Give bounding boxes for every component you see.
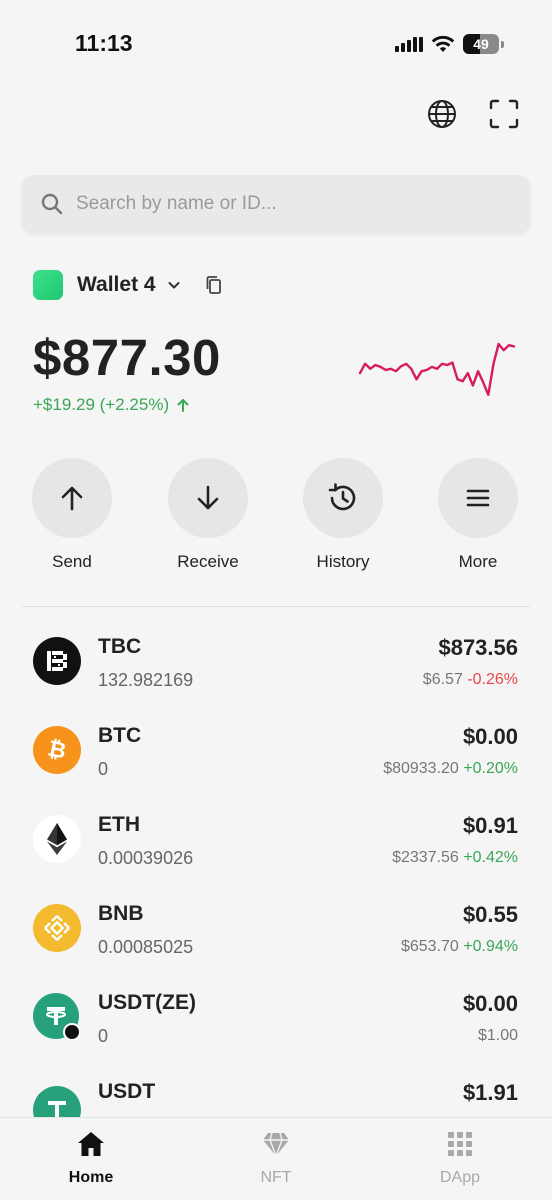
search-input[interactable] (76, 193, 476, 215)
more-button[interactable]: More (428, 458, 528, 572)
scan-icon[interactable] (486, 96, 522, 132)
asset-change-pct: +0.20% (463, 760, 518, 777)
asset-symbol: ETH (98, 813, 140, 836)
asset-unit-price: $6.57 (422, 671, 463, 688)
receive-button[interactable]: Receive (158, 458, 258, 572)
send-button[interactable]: Send (22, 458, 122, 572)
grid-apps-icon (448, 1132, 472, 1156)
zephyr-badge-icon (63, 1023, 81, 1041)
arrow-up-small-icon (177, 399, 189, 412)
asset-row-eth[interactable]: ETH 0.00039026 $0.91 $2337.56 +0.42% (0, 793, 552, 882)
wifi-icon (431, 35, 455, 52)
arrow-up-icon (61, 486, 83, 511)
balance-change: +$19.29 (+2.25%) (33, 395, 191, 415)
asset-unit-price: $80933.20 (383, 760, 459, 777)
divider (22, 606, 530, 607)
asset-symbol: BTC (98, 724, 142, 747)
svg-text:₿: ₿ (46, 736, 69, 764)
asset-change-pct: +0.42% (463, 849, 518, 866)
more-label: More (458, 552, 498, 571)
asset-unit-price: $1.00 (477, 1027, 518, 1044)
tether-logo-icon (33, 993, 81, 1041)
asset-value: $0.00 (462, 991, 518, 1016)
search-bar[interactable] (22, 175, 530, 233)
battery-icon: 49 (463, 34, 499, 54)
asset-value: $1.91 (462, 1080, 518, 1105)
copy-icon[interactable] (204, 275, 224, 295)
tab-dapp-label: DApp (439, 1169, 481, 1186)
asset-price: $1.00 (478, 1027, 518, 1045)
asset-price: $653.70 +0.94% (401, 938, 518, 956)
bottom-tab-bar: Home NFT DApp (0, 1117, 552, 1200)
asset-price: $6.57 -0.26% (423, 671, 518, 689)
arrow-down-icon (197, 485, 219, 510)
asset-symbol: TBC (98, 635, 142, 658)
tab-home-label: Home (68, 1169, 114, 1186)
chevron-down-icon[interactable] (166, 277, 182, 293)
asset-price: $80933.20 +0.20% (383, 760, 518, 778)
asset-price: $2337.56 +0.42% (392, 849, 518, 867)
ethereum-logo-icon (33, 815, 81, 863)
asset-value: $873.56 (438, 635, 518, 660)
status-icons: 49 (395, 34, 504, 54)
asset-symbol: USDT(ZE) (98, 991, 196, 1014)
wallet-selector[interactable]: Wallet 4 (33, 270, 224, 300)
balance-sparkline (358, 342, 516, 396)
asset-row-bnb[interactable]: BNB 0.00085025 $0.55 $653.70 +0.94% (0, 882, 552, 971)
cellular-signal-icon (395, 36, 423, 52)
asset-quantity: 0 (98, 759, 109, 779)
asset-symbol: BNB (98, 902, 144, 925)
asset-symbol: USDT (98, 1080, 156, 1103)
status-time: 11:13 (75, 30, 133, 56)
tab-dapp[interactable]: DApp (400, 1130, 520, 1187)
battery-tip (501, 40, 504, 48)
asset-quantity: 0 (98, 1026, 109, 1046)
total-balance: $877.30 (33, 329, 221, 386)
wallet-name: Wallet 4 (77, 273, 156, 296)
diamond-icon (263, 1132, 289, 1158)
sparkline-line (358, 342, 516, 396)
asset-change-pct: -0.26% (467, 671, 518, 688)
bnb-logo-icon (33, 904, 81, 952)
home-icon (78, 1132, 104, 1156)
asset-quantity: 132.982169 (98, 670, 194, 690)
asset-row-tbc[interactable]: TBC 132.982169 $873.56 $6.57 -0.26% (0, 615, 552, 704)
asset-unit-price: $2337.56 (392, 849, 459, 866)
asset-change-pct: +0.94% (463, 938, 518, 955)
tab-nft[interactable]: NFT (216, 1130, 336, 1187)
top-actions (424, 96, 522, 132)
search-icon (41, 193, 63, 215)
bitcoin-logo-icon: ₿ (33, 726, 81, 774)
asset-row-usdt[interactable]: USDT $1.91 (0, 1060, 552, 1117)
asset-row-usdt-ze[interactable]: USDT(ZE) 0 $0.00 $1.00 (0, 971, 552, 1060)
history-icon (328, 483, 356, 511)
send-label: Send (52, 552, 92, 571)
globe-icon[interactable] (424, 96, 460, 132)
history-button[interactable]: History (293, 458, 393, 572)
asset-value: $0.91 (462, 813, 518, 838)
wallet-avatar (33, 270, 63, 300)
tether-logo-icon (33, 1086, 81, 1117)
more-button-circle[interactable] (438, 458, 518, 538)
tab-home[interactable]: Home (31, 1130, 151, 1187)
battery-level: 49 (473, 36, 489, 52)
send-button-circle[interactable] (32, 458, 112, 538)
balance-change-text: +$19.29 (+2.25%) (33, 395, 170, 414)
history-button-circle[interactable] (303, 458, 383, 538)
asset-row-btc[interactable]: ₿ BTC 0 $0.00 $80933.20 +0.20% (0, 704, 552, 793)
asset-quantity: 0.00085025 (98, 937, 194, 957)
receive-label: Receive (177, 552, 239, 571)
tbc-logo-icon (33, 637, 81, 685)
asset-value: $0.00 (462, 724, 518, 749)
menu-icon (466, 489, 490, 507)
history-label: History (316, 552, 370, 571)
status-bar: 11:13 49 (0, 0, 552, 90)
asset-quantity: 0.00039026 (98, 848, 194, 868)
tab-nft-label: NFT (260, 1169, 292, 1186)
receive-button-circle[interactable] (168, 458, 248, 538)
asset-unit-price: $653.70 (400, 938, 459, 955)
asset-value: $0.55 (462, 902, 518, 927)
